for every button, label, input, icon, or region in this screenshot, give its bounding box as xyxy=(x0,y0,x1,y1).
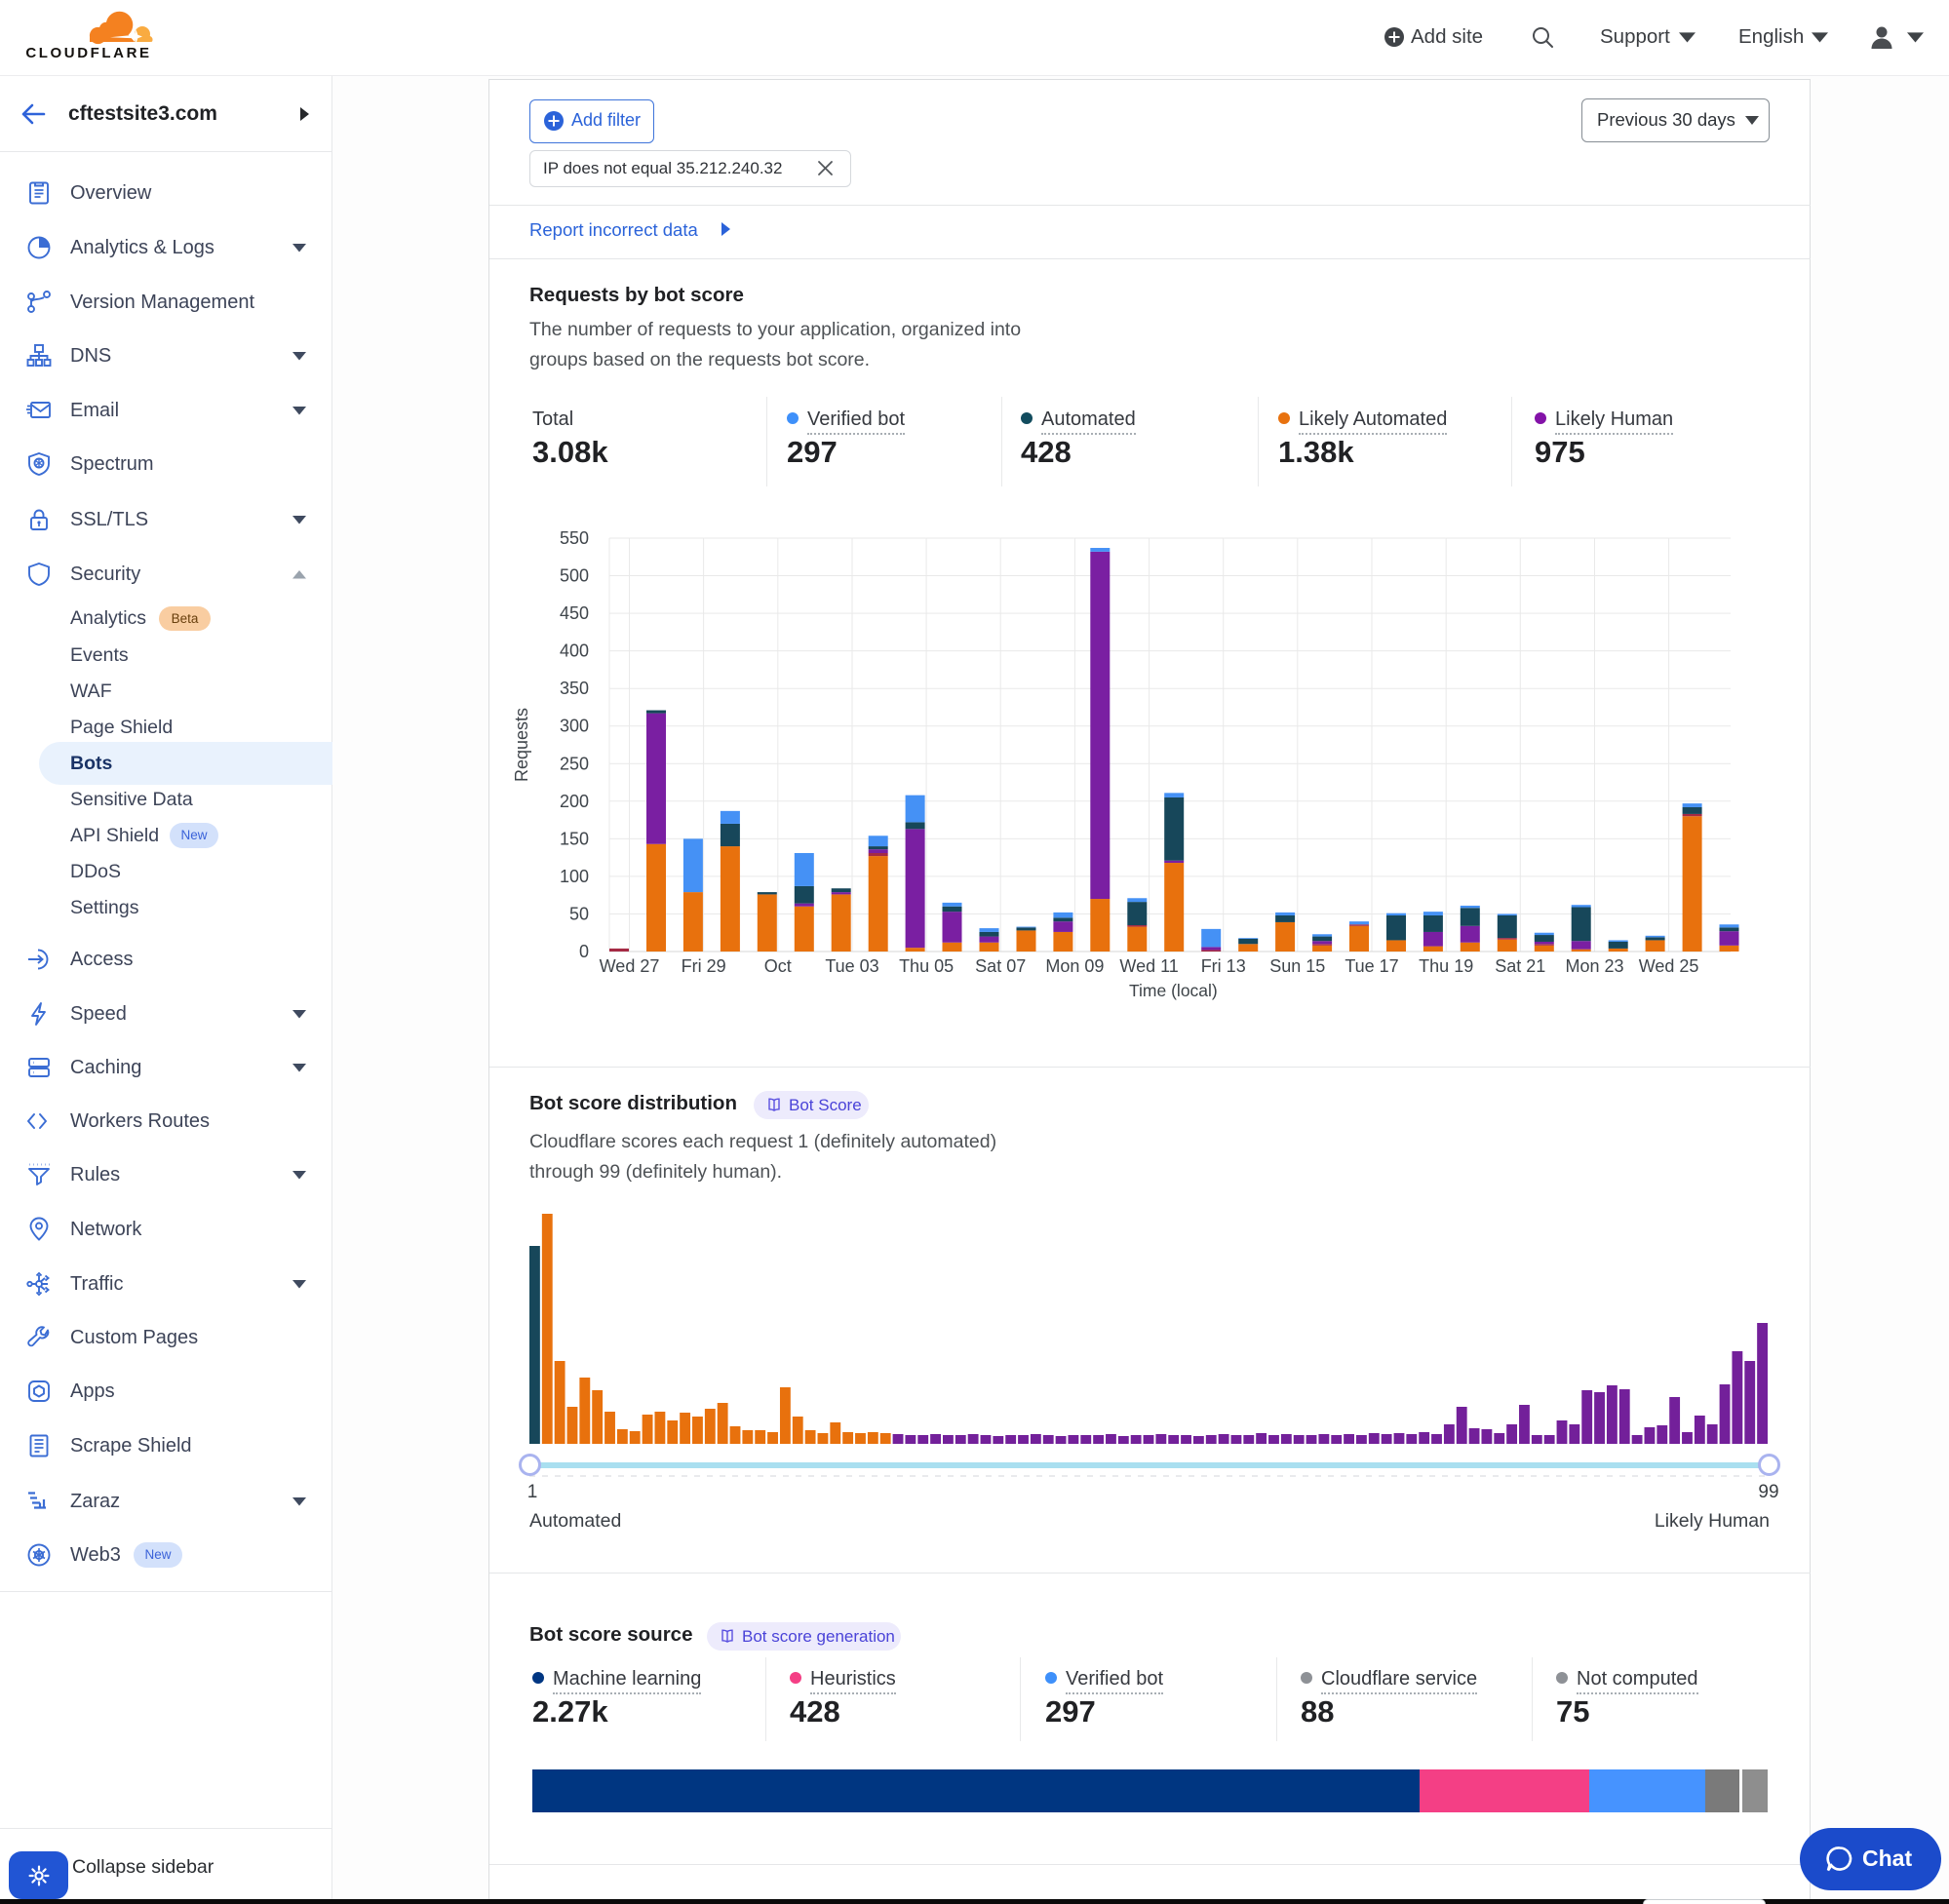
svg-text:Fri 13: Fri 13 xyxy=(1201,956,1246,976)
svg-text:Sat 21: Sat 21 xyxy=(1495,956,1545,976)
svg-text:500: 500 xyxy=(560,566,589,586)
svg-text:Oct: Oct xyxy=(764,956,792,976)
svg-text:150: 150 xyxy=(560,829,589,848)
svg-text:400: 400 xyxy=(560,641,589,661)
svg-text:Tue 17: Tue 17 xyxy=(1345,956,1398,976)
svg-text:300: 300 xyxy=(560,717,589,736)
svg-text:Mon 09: Mon 09 xyxy=(1045,956,1104,976)
svg-text:0: 0 xyxy=(579,942,589,961)
svg-text:Wed 25: Wed 25 xyxy=(1639,956,1699,976)
svg-text:100: 100 xyxy=(560,867,589,886)
svg-text:250: 250 xyxy=(560,754,589,773)
svg-text:200: 200 xyxy=(560,792,589,811)
svg-text:Mon 23: Mon 23 xyxy=(1565,956,1623,976)
svg-text:Thu 19: Thu 19 xyxy=(1419,956,1473,976)
svg-text:Tue 03: Tue 03 xyxy=(825,956,878,976)
svg-text:450: 450 xyxy=(560,603,589,623)
svg-text:350: 350 xyxy=(560,679,589,698)
svg-text:Thu 05: Thu 05 xyxy=(899,956,954,976)
svg-text:Wed 11: Wed 11 xyxy=(1119,956,1178,976)
svg-text:Fri 29: Fri 29 xyxy=(682,956,726,976)
svg-text:Requests: Requests xyxy=(512,708,531,782)
svg-text:Sat 07: Sat 07 xyxy=(975,956,1026,976)
svg-text:50: 50 xyxy=(569,905,589,924)
svg-text:Sun 15: Sun 15 xyxy=(1269,956,1325,976)
svg-text:550: 550 xyxy=(560,528,589,548)
svg-text:Wed 27: Wed 27 xyxy=(600,956,660,976)
